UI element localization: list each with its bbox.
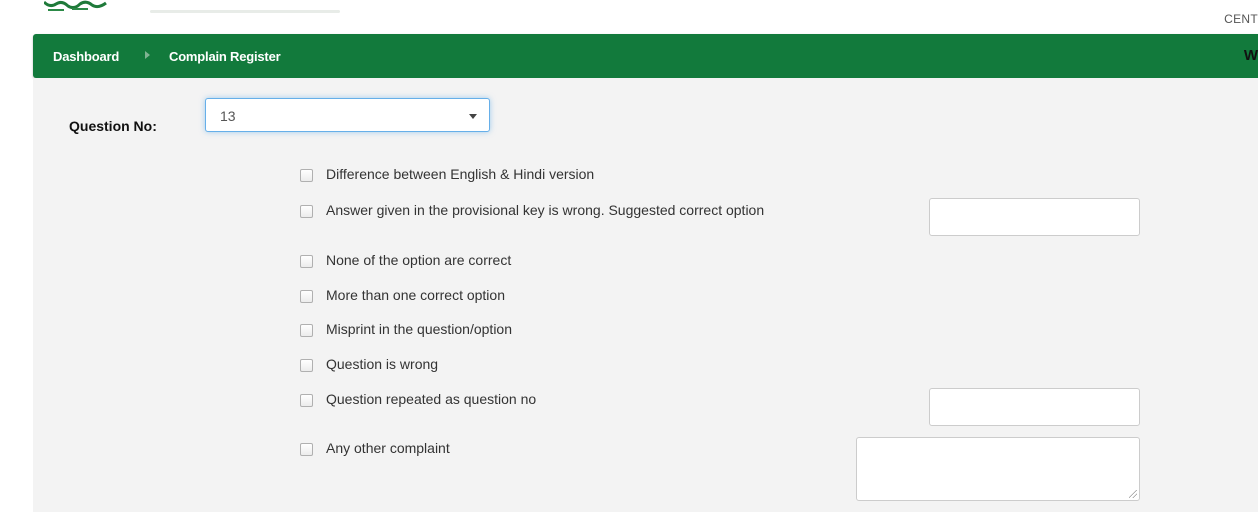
resize-handle-icon[interactable] [1129,490,1137,498]
option-label: Difference between English & Hindi versi… [326,166,595,182]
breadcrumb-current: Complain Register [169,49,281,64]
checkbox-question-wrong[interactable] [300,359,313,372]
checkbox-language-difference[interactable] [300,169,313,182]
question-no-label: Question No: [69,118,157,134]
checkbox-other-complaint[interactable] [300,443,313,456]
suggested-option-input[interactable] [929,198,1140,236]
dropdown-caret-icon [469,114,477,119]
logo [44,0,114,16]
option-label: Answer given in the provisional key is w… [326,202,765,218]
logo-tagline [150,10,340,13]
option-label: Question repeated as question no [326,391,537,407]
option-label: Misprint in the question/option [326,321,512,337]
breadcrumb-bar: Dashboard Complain Register W [33,34,1258,78]
checkbox-none-correct[interactable] [300,255,313,268]
breadcrumb-separator-icon [145,51,150,59]
header-right-text: CENT [1224,12,1258,26]
checkbox-multiple-correct[interactable] [300,290,313,303]
breadcrumb-dashboard-link[interactable]: Dashboard [53,49,119,64]
option-label: Question is wrong [326,356,439,372]
option-label: None of the option are correct [326,252,512,268]
checkbox-wrong-key[interactable] [300,205,313,218]
complaint-form: Question No: 13 Difference between Engli… [33,78,1258,512]
repeated-question-input[interactable] [929,388,1140,426]
question-no-select[interactable]: 13 [205,98,490,132]
checkbox-misprint[interactable] [300,324,313,337]
option-label: More than one correct option [326,287,505,303]
top-header: CENT [0,0,1258,34]
logo-emblem-icon [44,0,107,11]
other-complaint-textarea[interactable] [856,437,1140,501]
option-label: Any other complaint [326,440,450,456]
checkbox-question-repeated[interactable] [300,394,313,407]
question-no-value: 13 [220,108,236,124]
nav-right-text: W [1243,47,1258,64]
